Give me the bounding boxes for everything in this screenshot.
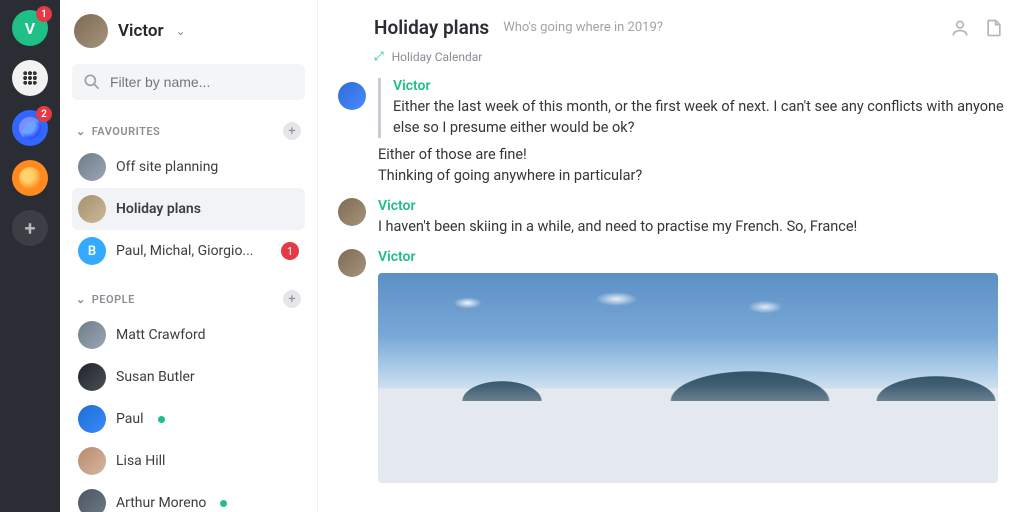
- filter-input[interactable]: [110, 74, 295, 90]
- room-header: Holiday plans Who's going where in 2019?: [318, 0, 1024, 47]
- sidebar-item-person[interactable]: Arthur Moreno: [72, 482, 305, 512]
- add-person-button[interactable]: +: [283, 290, 301, 308]
- filter-search[interactable]: [72, 64, 305, 100]
- workspace-rail: V 1 2 +: [0, 0, 60, 512]
- chevron-down-icon: ⌄: [76, 125, 86, 138]
- attachment-label: Holiday Calendar: [392, 50, 483, 64]
- main: Holiday plans Who's going where in 2019?…: [318, 0, 1024, 512]
- app-icon: [19, 167, 41, 189]
- message: Victor: [338, 243, 1004, 489]
- message-image[interactable]: [378, 273, 998, 483]
- person-avatar: [78, 447, 106, 475]
- person-avatar: [78, 363, 106, 391]
- pinned-attachment[interactable]: ⤢ Holiday Calendar: [354, 47, 1024, 72]
- section-label: FAVOURITES: [92, 125, 161, 138]
- sidebar-item-label: Susan Butler: [116, 369, 195, 385]
- chevron-down-icon: ⌄: [176, 24, 186, 38]
- presence-dot-icon: [158, 416, 165, 423]
- notification-badge: 1: [36, 6, 52, 22]
- people-section: ⌄ PEOPLE + Matt Crawford Susan Butler Pau…: [60, 278, 317, 512]
- sidebar-item-person[interactable]: Matt Crawford: [72, 314, 305, 356]
- favourites-header[interactable]: ⌄ FAVOURITES +: [72, 116, 305, 146]
- notification-badge: 2: [36, 106, 52, 122]
- sidebar-item-label: Paul: [116, 411, 144, 427]
- sidebar-item-holiday[interactable]: Holiday plans: [72, 188, 305, 230]
- sidebar: Victor ⌄ ⌄ FAVOURITES + Off site planning…: [60, 0, 318, 512]
- person-avatar: [78, 405, 106, 433]
- message-list: Victor Either the last week of this mont…: [318, 72, 1024, 512]
- unread-badge: 1: [281, 242, 299, 260]
- sidebar-item-label: Paul, Michal, Giorgio...: [116, 243, 254, 259]
- workspace-item[interactable]: [12, 160, 48, 196]
- message: Victor Either the last week of this mont…: [338, 72, 1004, 192]
- files-icon[interactable]: [984, 18, 1004, 38]
- sidebar-item-offsite[interactable]: Off site planning: [72, 146, 305, 188]
- user-name: Victor: [118, 21, 164, 41]
- chevron-down-icon: ⌄: [76, 293, 86, 306]
- message-author: Victor: [378, 198, 1004, 214]
- sidebar-item-person[interactable]: Paul: [72, 398, 305, 440]
- sidebar-item-label: Matt Crawford: [116, 327, 206, 343]
- sidebar-item-person[interactable]: Susan Butler: [72, 356, 305, 398]
- sidebar-item-person[interactable]: Lisa Hill: [72, 440, 305, 482]
- sidebar-item-label: Arthur Moreno: [116, 495, 206, 511]
- members-icon[interactable]: [950, 18, 970, 38]
- person-avatar: [78, 489, 106, 512]
- message-avatar[interactable]: [338, 82, 366, 110]
- sidebar-item-label: Lisa Hill: [116, 453, 165, 469]
- person-avatar: [78, 321, 106, 349]
- section-label: PEOPLE: [92, 293, 135, 306]
- room-title: Holiday plans: [374, 16, 489, 39]
- favourites-section: ⌄ FAVOURITES + Off site planning Holiday …: [60, 110, 317, 278]
- presence-dot-icon: [220, 500, 227, 507]
- message: Victor I haven't been skiing in a while,…: [338, 192, 1004, 243]
- sidebar-item-group[interactable]: B Paul, Michal, Giorgio... 1: [72, 230, 305, 272]
- plus-icon: +: [25, 216, 36, 240]
- dots-icon: [18, 66, 42, 90]
- message-text: Thinking of going anywhere in particular…: [378, 165, 1004, 186]
- workspace-item[interactable]: [12, 60, 48, 96]
- avatar: [74, 14, 108, 48]
- add-favourite-button[interactable]: +: [283, 122, 301, 140]
- workspace-initial: V: [25, 19, 35, 38]
- room-avatar: B: [78, 237, 106, 265]
- workspace-item[interactable]: 2: [12, 110, 48, 146]
- room-avatar: [78, 195, 106, 223]
- expand-icon: ⤢: [374, 49, 384, 64]
- search-icon: [82, 72, 102, 92]
- quote-author: Victor: [393, 78, 1004, 94]
- user-menu[interactable]: Victor ⌄: [60, 0, 317, 58]
- message-avatar[interactable]: [338, 249, 366, 277]
- add-workspace-button[interactable]: +: [12, 210, 48, 246]
- sidebar-item-label: Off site planning: [116, 159, 218, 175]
- quote-text: Either the last week of this month, or t…: [393, 96, 1004, 138]
- room-topic: Who's going where in 2019?: [503, 20, 663, 35]
- room-avatar: [78, 153, 106, 181]
- message-author: Victor: [378, 249, 1004, 265]
- sidebar-item-label: Holiday plans: [116, 201, 201, 217]
- workspace-item[interactable]: V 1: [12, 10, 48, 46]
- message-text: I haven't been skiing in a while, and ne…: [378, 216, 1004, 237]
- message-avatar[interactable]: [338, 198, 366, 226]
- message-text: Either of those are fine!: [378, 144, 1004, 165]
- people-header[interactable]: ⌄ PEOPLE +: [72, 284, 305, 314]
- app-icon: [19, 117, 41, 139]
